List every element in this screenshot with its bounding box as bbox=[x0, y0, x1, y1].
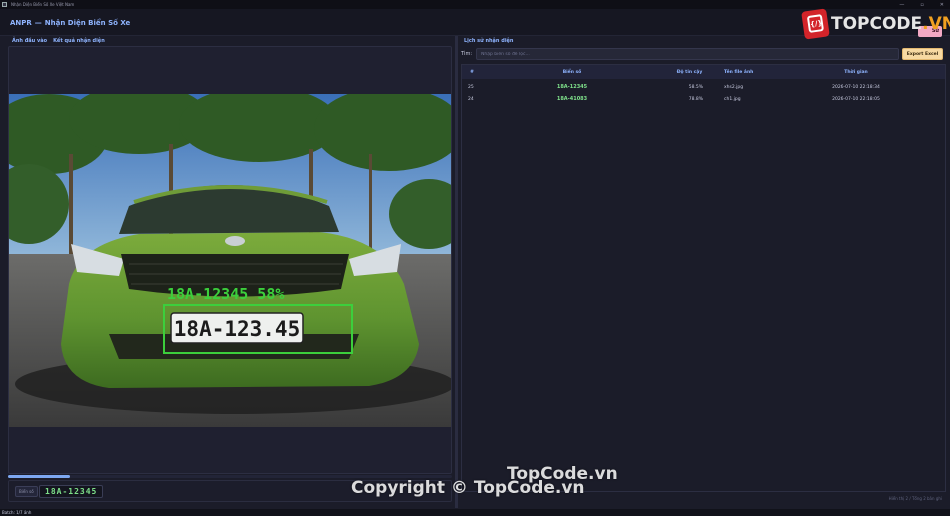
window-titlebar: Nhận Diện Biển Số Xe Việt Nam — ▫ ✕ bbox=[0, 0, 950, 9]
brand-emblem bbox=[225, 236, 245, 246]
license-plate-text: 18A-123.45 bbox=[174, 317, 300, 341]
left-tabs: Ảnh đầu vào Kết quả nhận diện bbox=[12, 38, 105, 44]
brand-subtitle: Nhận Diện Biển Số Xe bbox=[44, 19, 131, 27]
table-header: # Biển số Độ tin cậy Tên file ảnh Thời g… bbox=[462, 65, 945, 79]
panel-splitter[interactable] bbox=[455, 36, 458, 508]
app-brand: ANPR — Nhận Diện Biển Số Xe bbox=[10, 19, 130, 27]
tab-result[interactable]: Kết quả nhận diện bbox=[53, 38, 105, 44]
logo-text: TOPCODE.VN bbox=[831, 14, 950, 34]
row-index: 25 bbox=[468, 84, 474, 90]
window-title: Nhận Diện Biển Số Xe Việt Nam bbox=[11, 2, 75, 7]
history-search-row: Tìm: Export Excel bbox=[461, 48, 946, 61]
row-time: 2026-07-10 22:18:05 bbox=[832, 96, 880, 102]
history-title: Lịch sử nhận diện bbox=[464, 38, 514, 44]
table-row[interactable]: 25 18A-12345 58.5% xhs2.jpg 2026-07-10 2… bbox=[462, 81, 945, 93]
logo-text-accent: .VN bbox=[922, 14, 950, 34]
brand-name: ANPR bbox=[10, 19, 32, 27]
watermark-copyright: Copyright © TopCode.vn bbox=[351, 478, 585, 498]
history-table: # Biển số Độ tin cậy Tên file ảnh Thời g… bbox=[461, 64, 946, 492]
column-index[interactable]: # bbox=[462, 70, 482, 75]
tab-input-image[interactable]: Ảnh đầu vào bbox=[12, 38, 47, 44]
export-excel-button[interactable]: Export Excel bbox=[902, 48, 943, 60]
column-plate[interactable]: Biển số bbox=[482, 70, 662, 75]
minimize-icon[interactable]: — bbox=[899, 2, 904, 8]
row-time: 2026-07-10 22:18:34 bbox=[832, 84, 880, 90]
column-filename[interactable]: Tên file ảnh bbox=[717, 70, 767, 75]
record-count: Hiển thị 2 / Tổng 2 bản ghi bbox=[888, 496, 942, 501]
table-row[interactable]: 24 18A-41083 78.8% ch1.jpg 2026-07-10 22… bbox=[462, 93, 945, 105]
vehicle-photo: 18A-123.45 18A-12345 58% bbox=[9, 94, 451, 427]
row-index: 24 bbox=[468, 96, 474, 102]
logo-badge-icon: {/} bbox=[801, 8, 830, 40]
search-label: Tìm: bbox=[461, 51, 472, 57]
batch-progress-fill bbox=[8, 475, 71, 478]
logo-badge-glyph: {/} bbox=[806, 14, 825, 33]
window-controls: — ▫ ✕ bbox=[899, 0, 944, 9]
row-confidence: 78.8% bbox=[688, 96, 703, 102]
topcode-logo: {/} TOPCODE.VN bbox=[801, 8, 950, 40]
row-filename: ch1.jpg bbox=[724, 96, 741, 102]
maximize-icon[interactable]: ▫ bbox=[920, 2, 923, 8]
close-icon[interactable]: ✕ bbox=[940, 2, 944, 8]
search-input[interactable] bbox=[476, 48, 899, 60]
logo-text-main: TOPCODE bbox=[831, 14, 923, 34]
column-time[interactable]: Thời gian bbox=[767, 70, 945, 75]
row-confidence: 58.5% bbox=[688, 84, 703, 90]
row-plate: 18A-41083 bbox=[556, 96, 588, 102]
row-filename: xhs2.jpg bbox=[724, 84, 744, 90]
status-bar: Batch: 1/7 ảnh bbox=[0, 509, 950, 516]
plate-result-label: Biển số bbox=[15, 486, 38, 497]
plate-result-value: 18A-12345 bbox=[39, 485, 104, 498]
status-text: Batch: 1/7 ảnh bbox=[2, 510, 32, 515]
brand-separator: — bbox=[34, 19, 42, 27]
row-plate: 18A-12345 bbox=[556, 84, 588, 90]
app-icon bbox=[2, 2, 7, 7]
detection-label: 18A-12345 58% bbox=[167, 285, 284, 303]
column-confidence[interactable]: Độ tin cậy bbox=[662, 70, 717, 75]
